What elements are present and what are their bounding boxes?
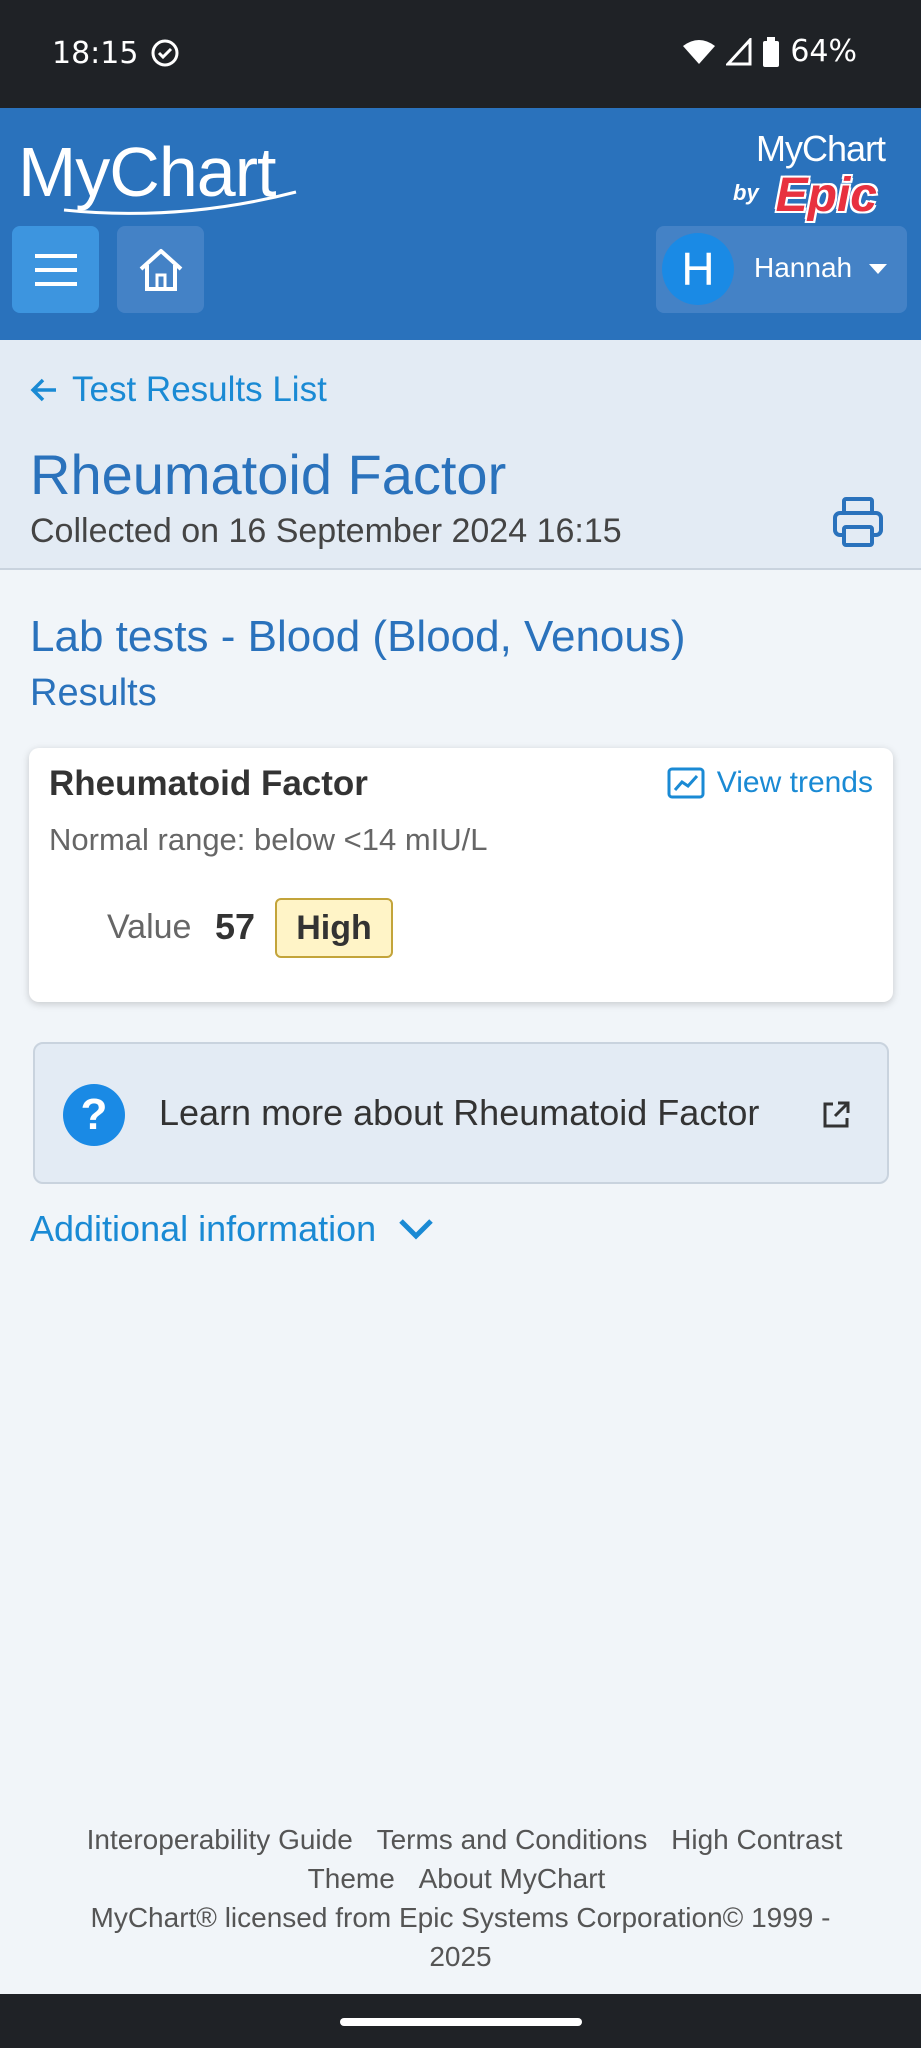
home-button[interactable] [117,226,204,313]
badge-epic-text: Epic [775,169,877,222]
footer-link-interoperability[interactable]: Interoperability Guide [87,1824,353,1855]
footer-link-about[interactable]: About MyChart [419,1863,606,1894]
signal-icon [726,37,752,65]
menu-button[interactable] [12,226,99,313]
footer-copyright: MyChart® licensed from Epic Systems Corp… [90,1902,831,1933]
badge-mychart-text: MyChart [755,128,886,169]
trend-chart-icon [667,767,705,799]
additional-information-toggle[interactable]: Additional information [30,1208,434,1250]
arrow-left-icon [30,378,56,402]
avatar: H [662,233,734,305]
battery-level: 64% [790,34,857,69]
normal-range: Normal range: below <14 mIU/L [49,822,488,857]
system-nav-bar [0,1994,921,2048]
status-indicators: 64% [682,34,857,69]
learn-more-label: Learn more about Rheumatoid Factor [159,1092,760,1133]
home-gesture-pill[interactable] [340,2018,582,2026]
user-menu-button[interactable]: H Hannah [656,226,907,313]
mychart-by-epic-logo: MyChart by Epic [725,128,886,222]
home-icon [139,248,182,291]
result-value: 57 [215,906,256,947]
print-icon[interactable] [832,496,884,548]
page-header: Test Results List Rheumatoid Factor Coll… [0,340,921,570]
view-trends-link[interactable]: View trends [667,766,873,800]
page-title: Rheumatoid Factor [30,443,507,506]
app-header: MyChart MyChart by Epic H Hannah [0,108,921,340]
hamburger-icon [34,253,77,286]
caret-down-icon [869,264,887,274]
logo-swoosh [63,190,297,215]
back-link-label: Test Results List [72,370,327,409]
battery-icon [763,36,780,67]
status-time: 18:15 [52,36,139,71]
learn-more-link[interactable]: ? Learn more about Rheumatoid Factor [33,1042,889,1184]
user-name: Hannah [754,252,853,283]
section-title: Lab tests - Blood (Blood, Venous) [30,612,686,661]
question-circle-icon: ? [63,1084,125,1146]
status-bar: 18:15 64% [0,0,921,108]
value-label: Value [107,908,192,946]
section-subtitle: Results [30,672,157,714]
footer-copyright-year: 2025 [429,1941,492,1972]
additional-information-label: Additional information [30,1208,377,1249]
collected-date: Collected on 16 September 2024 16:15 [30,512,622,550]
chevron-down-icon [399,1219,433,1240]
view-trends-label: View trends [716,766,873,799]
footer: Interoperability Guide Terms and Conditi… [40,1820,881,1976]
back-to-test-results-link[interactable]: Test Results List [30,370,327,410]
check-circle-icon [151,39,179,67]
footer-link-terms[interactable]: Terms and Conditions [377,1824,648,1855]
result-name: Rheumatoid Factor [49,764,368,803]
external-link-icon [823,1101,850,1128]
badge-by-text: by [733,180,759,205]
wifi-icon [683,39,716,64]
footer-links: Interoperability Guide Terms and Conditi… [40,1820,881,1898]
high-flag-badge: High [275,898,393,958]
result-card: Rheumatoid Factor View trends Normal ran… [29,748,893,1002]
